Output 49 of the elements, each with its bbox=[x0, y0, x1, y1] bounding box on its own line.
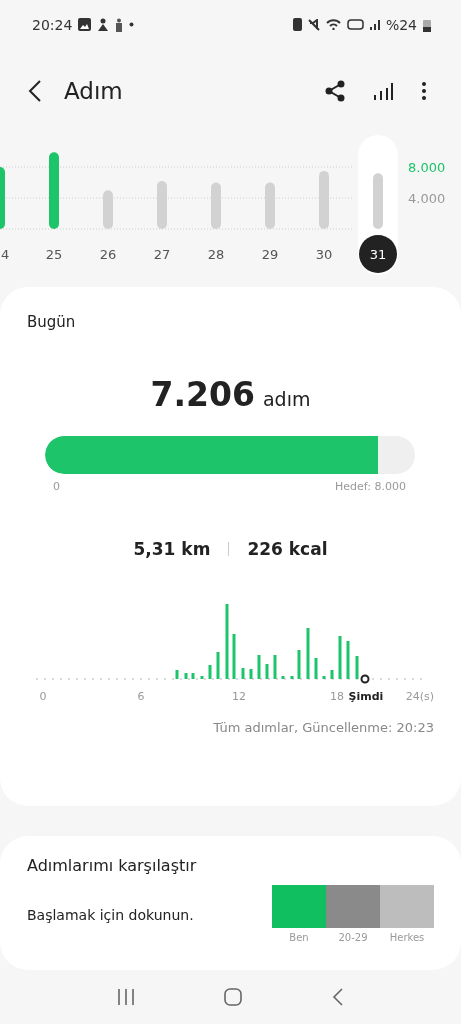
axis-label: 4.000 bbox=[408, 190, 446, 206]
back-nav-icon[interactable] bbox=[332, 988, 345, 1007]
battery-icon bbox=[423, 17, 431, 32]
now-label: Şimdi bbox=[348, 689, 384, 703]
day-label[interactable]: 28 bbox=[207, 246, 225, 262]
share-icon[interactable] bbox=[325, 79, 345, 102]
updated-note: Tüm adımlar, Güncellenme: 20:23 bbox=[213, 719, 434, 735]
axis-label: 0 bbox=[39, 689, 47, 703]
progress-start-label: 0 bbox=[53, 479, 60, 493]
x-tick-label: 31 bbox=[369, 246, 387, 262]
day-label[interactable]: 25 bbox=[45, 246, 63, 262]
axis-label: 6 bbox=[137, 689, 145, 703]
day-label[interactable]: 31 bbox=[359, 234, 397, 273]
day-label[interactable]: 26 bbox=[99, 246, 117, 262]
compare-label: Herkes bbox=[389, 932, 425, 944]
day-label[interactable]: 27 bbox=[153, 246, 171, 262]
more-icon[interactable] bbox=[421, 80, 427, 101]
card-title: Adımlarımı karşılaştır bbox=[27, 856, 198, 876]
back-icon[interactable] bbox=[28, 78, 42, 103]
step-unit: adım bbox=[262, 387, 311, 410]
dot-icon bbox=[129, 22, 135, 28]
now-marker bbox=[360, 674, 370, 684]
chart-icon[interactable] bbox=[373, 80, 393, 101]
calories-value: 226 kcal bbox=[247, 538, 328, 559]
card-title: Bugün bbox=[27, 312, 77, 331]
compare-label: Ben bbox=[289, 932, 309, 944]
home-icon[interactable] bbox=[224, 988, 243, 1007]
compare-card[interactable]: Adımlarımı karşılaştır Başlamak için dokunun. Ben 20-29 Herkes bbox=[0, 836, 461, 971]
recents-icon[interactable] bbox=[116, 989, 135, 1006]
goal-label: Hedef: 8.000 bbox=[335, 479, 406, 493]
axis-label: 18 bbox=[330, 689, 344, 703]
battery-percent: %24 bbox=[385, 16, 417, 33]
compare-label: 20-29 bbox=[338, 932, 368, 944]
step-count: 7.206 bbox=[150, 374, 255, 414]
day-label[interactable]: 29 bbox=[261, 246, 279, 262]
status-time: 20:24 bbox=[32, 16, 73, 33]
axis-label: 24(s) bbox=[405, 689, 434, 703]
image-icon bbox=[78, 18, 92, 32]
signal-icon bbox=[369, 19, 380, 31]
axis-label: 12 bbox=[232, 689, 246, 703]
day-label[interactable]: 30 bbox=[315, 246, 333, 262]
figure-icon bbox=[97, 18, 110, 32]
axis-label: 8.000 bbox=[408, 159, 446, 175]
figure-icon bbox=[115, 17, 124, 32]
page-title: Adım bbox=[64, 77, 123, 104]
day-label[interactable]: 4 bbox=[1, 246, 10, 262]
distance-value: 5,31 km bbox=[133, 538, 211, 559]
wifi-icon bbox=[325, 19, 341, 31]
compare-hint: Başlamak için dokunun. bbox=[27, 907, 194, 924]
